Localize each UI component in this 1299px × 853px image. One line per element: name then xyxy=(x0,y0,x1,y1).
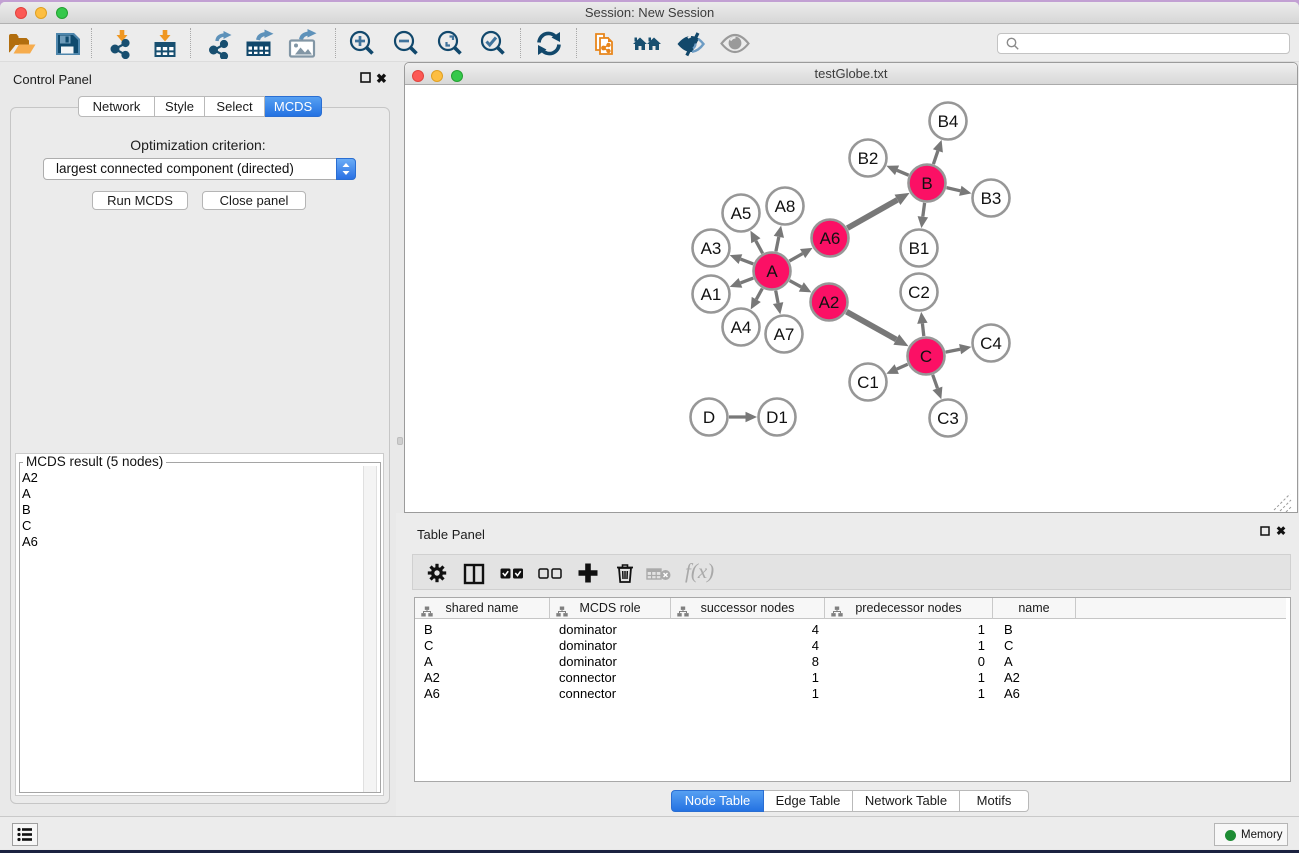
svg-text:A3: A3 xyxy=(701,239,722,258)
svg-text:A7: A7 xyxy=(774,325,795,344)
svg-text:C3: C3 xyxy=(937,409,959,428)
svg-text:A4: A4 xyxy=(731,318,752,337)
svg-text:B2: B2 xyxy=(858,149,879,168)
svg-text:C: C xyxy=(920,347,932,366)
svg-text:B: B xyxy=(921,174,932,193)
svg-text:B4: B4 xyxy=(938,112,959,131)
svg-text:C4: C4 xyxy=(980,334,1002,353)
svg-text:A: A xyxy=(766,262,778,281)
svg-text:A5: A5 xyxy=(731,204,752,223)
svg-text:A8: A8 xyxy=(775,197,796,216)
svg-text:D1: D1 xyxy=(766,408,788,427)
svg-text:B1: B1 xyxy=(909,239,930,258)
svg-text:C1: C1 xyxy=(857,373,879,392)
svg-text:C2: C2 xyxy=(908,283,930,302)
svg-text:A6: A6 xyxy=(820,229,841,248)
svg-text:A1: A1 xyxy=(701,285,722,304)
svg-text:D: D xyxy=(703,408,715,427)
svg-text:B3: B3 xyxy=(981,189,1002,208)
svg-text:A2: A2 xyxy=(819,293,840,312)
